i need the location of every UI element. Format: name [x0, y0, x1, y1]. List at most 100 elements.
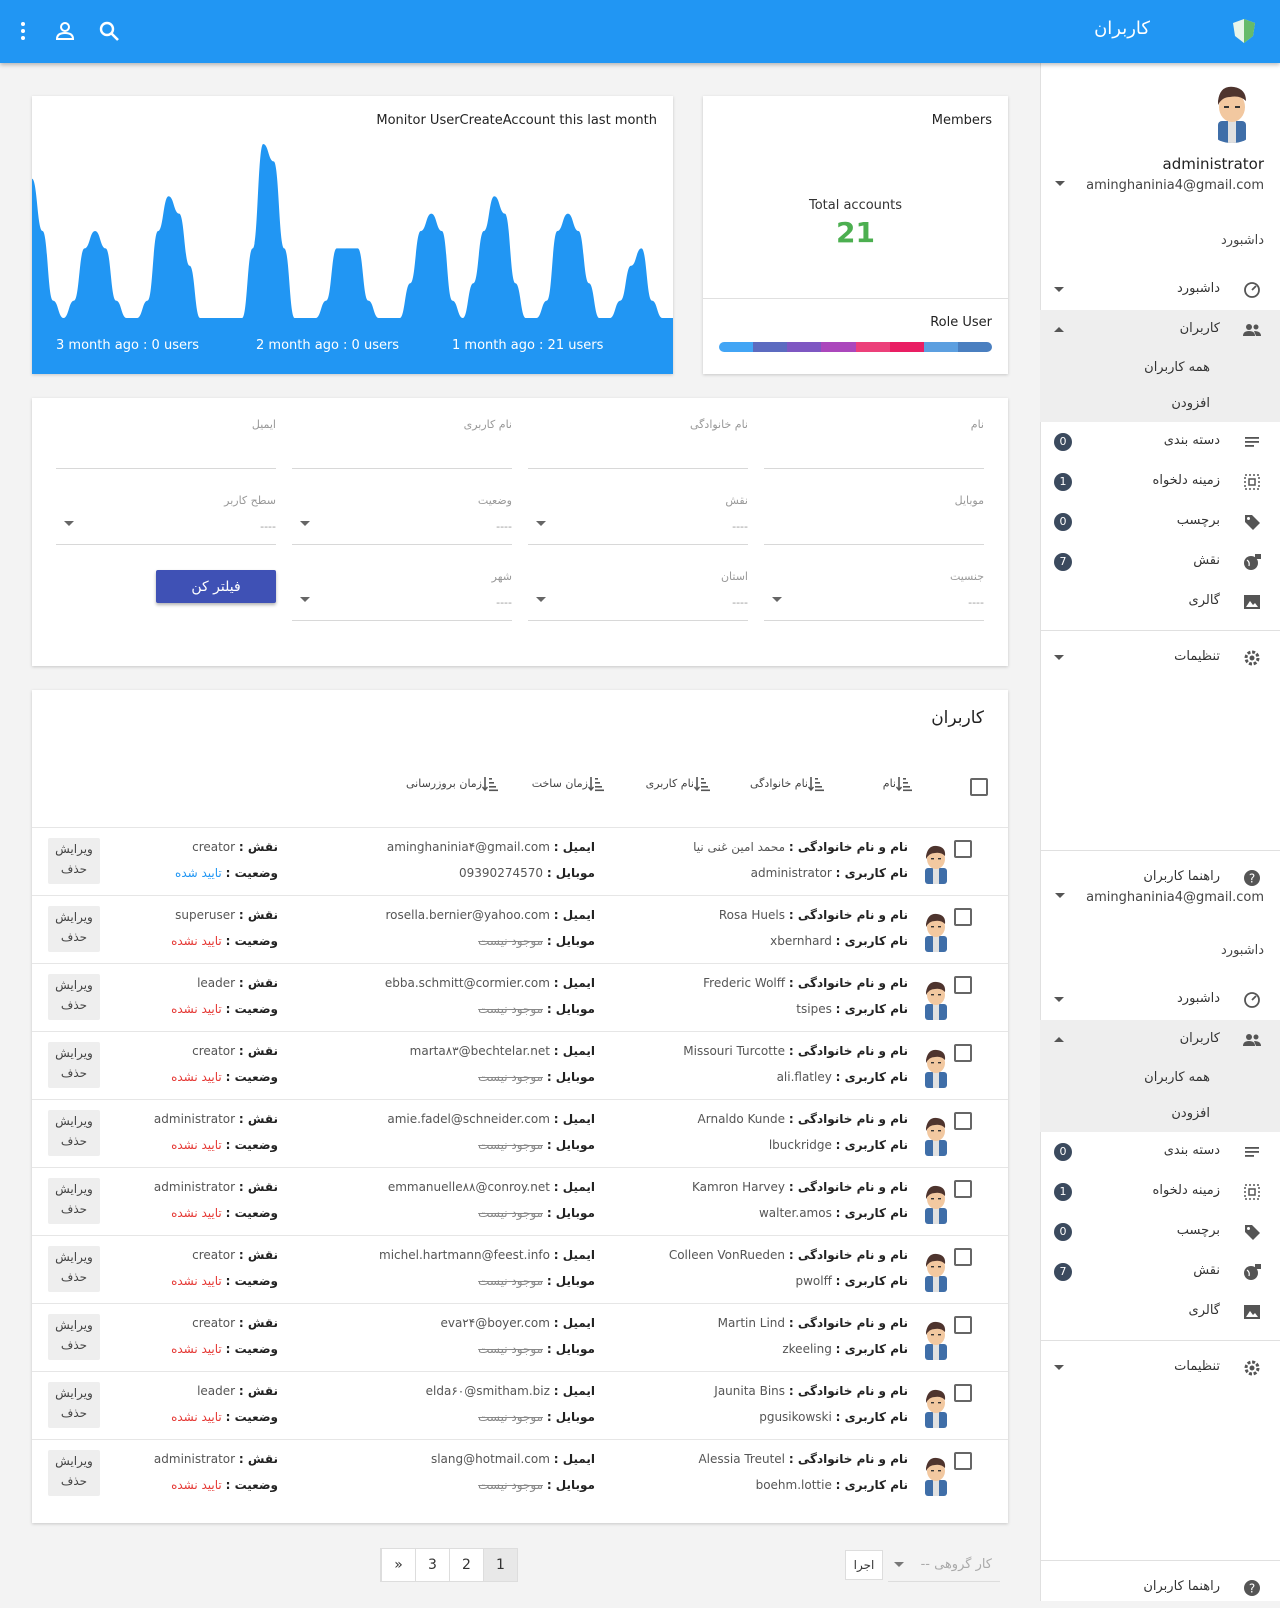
- page-next-button[interactable]: »: [381, 1549, 415, 1581]
- edit-button[interactable]: ویرایش: [48, 1182, 100, 1196]
- field-label: نام و نام خانوادگی :: [788, 1044, 908, 1058]
- row-checkbox[interactable]: [954, 1384, 972, 1402]
- field-label: وضعیت :: [225, 1342, 278, 1356]
- delete-button[interactable]: حذف: [48, 1406, 100, 1420]
- edit-button[interactable]: ویرایش: [48, 1250, 100, 1264]
- status-select[interactable]: وضعیت ----: [292, 494, 512, 554]
- sidebar-sub-all-users[interactable]: همه کاربران: [1040, 350, 1280, 386]
- row-checkbox[interactable]: [954, 1248, 972, 1266]
- delete-button[interactable]: حذف: [48, 1202, 100, 1216]
- sidebar-item-categories[interactable]: دسته بندی 0: [1040, 1132, 1280, 1172]
- sidebar-item-roles[interactable]: نقش 7: [1040, 542, 1280, 582]
- field-label: نام: [970, 418, 984, 431]
- run-bulk-action-button[interactable]: اجرا: [845, 1550, 883, 1580]
- edit-button[interactable]: ویرایش: [48, 1386, 100, 1400]
- delete-button[interactable]: حذف: [48, 998, 100, 1012]
- user-menu-caret-icon[interactable]: [1055, 893, 1065, 898]
- row-checkbox[interactable]: [954, 840, 972, 858]
- sidebar-sub-add[interactable]: افزودن: [1040, 386, 1280, 422]
- edit-button[interactable]: ویرایش: [48, 910, 100, 924]
- column-header-last-name[interactable]: نام خانوادگی: [750, 776, 830, 792]
- sidebar-sub-all-users[interactable]: همه کاربران: [1040, 1060, 1280, 1096]
- username-value: xbernhard: [770, 934, 832, 948]
- city-select[interactable]: شهر ----: [292, 570, 512, 630]
- user-level-select[interactable]: سطح کاربر ----: [56, 494, 276, 554]
- column-header-username[interactable]: نام کاربری: [646, 776, 716, 792]
- row-checkbox[interactable]: [954, 1316, 972, 1334]
- row-actions: ویرایش حذف: [48, 1382, 100, 1428]
- delete-button[interactable]: حذف: [48, 862, 100, 876]
- edit-button[interactable]: ویرایش: [48, 1114, 100, 1128]
- person-icon[interactable]: [54, 20, 76, 42]
- first-name-field[interactable]: نام: [764, 418, 984, 478]
- gender-select[interactable]: جنسیت ----: [764, 570, 984, 630]
- sidebar-item-custom-fields[interactable]: زمینه دلخواه 1: [1040, 1172, 1280, 1212]
- province-select[interactable]: استان ----: [528, 570, 748, 630]
- status-value: تایید نشده: [171, 934, 222, 948]
- role-select[interactable]: نقش ----: [528, 494, 748, 554]
- avatar: [922, 978, 950, 1020]
- sidebar-item-dashboard[interactable]: داشبورد: [1040, 270, 1280, 310]
- role-cell: نقش : leader: [197, 1384, 278, 1398]
- row-checkbox[interactable]: [954, 908, 972, 926]
- page-1-button[interactable]: 1: [483, 1549, 517, 1581]
- sidebar-item-dashboard[interactable]: داشبورد: [1040, 980, 1280, 1020]
- sidebar-item-gallery[interactable]: گالری: [1040, 582, 1280, 622]
- divider: [1040, 850, 1280, 851]
- row-checkbox[interactable]: [954, 1452, 972, 1470]
- email-field[interactable]: ایمیل: [56, 418, 276, 478]
- sidebar-item-tags[interactable]: برچسب 0: [1040, 1212, 1280, 1252]
- row-checkbox[interactable]: [954, 1044, 972, 1062]
- page-2-button[interactable]: 2: [449, 1549, 483, 1581]
- role-cell: نقش : administrator: [154, 1180, 278, 1194]
- sidebar-item-users[interactable]: کاربران: [1040, 1020, 1280, 1060]
- filter-button[interactable]: فیلتر کن: [156, 570, 276, 603]
- sidebar-item-settings[interactable]: تنظیمات: [1040, 638, 1280, 678]
- sidebar-sub-add[interactable]: افزودن: [1040, 1096, 1280, 1132]
- username-field[interactable]: نام کاربری: [292, 418, 512, 478]
- user-menu-caret-icon[interactable]: [1055, 181, 1065, 186]
- sidebar-item-settings[interactable]: تنظیمات: [1040, 1348, 1280, 1388]
- row-checkbox[interactable]: [954, 976, 972, 994]
- delete-button[interactable]: حذف: [48, 1270, 100, 1284]
- avatar[interactable]: [1200, 79, 1264, 143]
- sidebar-item-users[interactable]: کاربران: [1040, 310, 1280, 350]
- search-icon[interactable]: [98, 20, 120, 42]
- sidebar-item-roles[interactable]: نقش 7: [1040, 1252, 1280, 1292]
- row-actions: ویرایش حذف: [48, 974, 100, 1020]
- delete-button[interactable]: حذف: [48, 1066, 100, 1080]
- row-checkbox[interactable]: [954, 1112, 972, 1130]
- column-header-created-at[interactable]: زمان ساخت: [532, 776, 610, 792]
- edit-button[interactable]: ویرایش: [48, 978, 100, 992]
- page-3-button[interactable]: 3: [415, 1549, 449, 1581]
- edit-button[interactable]: ویرایش: [48, 1046, 100, 1060]
- bulk-action-select[interactable]: -- کار گروهی: [888, 1548, 1000, 1582]
- sidebar-item-guide[interactable]: راهنما کاربران ?: [1040, 1568, 1280, 1608]
- row-checkbox[interactable]: [954, 1180, 972, 1198]
- role-distribution-bar: [719, 342, 992, 352]
- mobile-field[interactable]: موبایل: [764, 494, 984, 554]
- edit-button[interactable]: ویرایش: [48, 1318, 100, 1332]
- field-label: ایمیل :: [553, 1384, 595, 1398]
- sidebar-item-tags[interactable]: برچسب 0: [1040, 502, 1280, 542]
- select-value: ----: [968, 596, 984, 609]
- select-all-checkbox[interactable]: [970, 778, 988, 796]
- email-value: emmanuelle۸۸@conroy.net: [387, 1180, 550, 1194]
- delete-button[interactable]: حذف: [48, 1474, 100, 1488]
- delete-button[interactable]: حذف: [48, 930, 100, 944]
- mobile-value: موجود نیست: [478, 1274, 543, 1288]
- delete-button[interactable]: حذف: [48, 1338, 100, 1352]
- last-name-field[interactable]: نام خانوادگی: [528, 418, 748, 478]
- delete-button[interactable]: حذف: [48, 1134, 100, 1148]
- column-header-first-name[interactable]: نام: [883, 776, 918, 792]
- sidebar: administrator aminghaninia4@gmail.com دا…: [1040, 63, 1280, 1601]
- globe-lock-icon: [1244, 554, 1261, 570]
- edit-button[interactable]: ویرایش: [48, 1454, 100, 1468]
- sidebar-item-custom-fields[interactable]: زمینه دلخواه 1: [1040, 462, 1280, 502]
- edit-button[interactable]: ویرایش: [48, 842, 100, 856]
- column-header-updated-at[interactable]: زمان بروزرسانی: [406, 776, 504, 792]
- sidebar-item-gallery[interactable]: گالری: [1040, 1292, 1280, 1332]
- field-label: نام و نام خانوادگی :: [788, 1180, 908, 1194]
- sidebar-item-categories[interactable]: دسته بندی 0: [1040, 422, 1280, 462]
- more-vert-icon[interactable]: [12, 20, 34, 42]
